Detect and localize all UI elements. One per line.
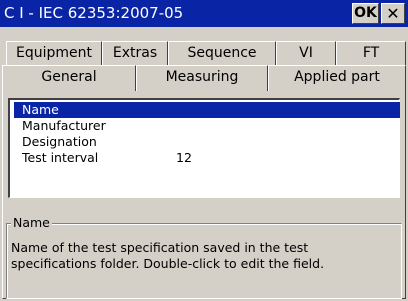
ok-button[interactable]: OK <box>352 3 379 24</box>
title-bar: C I - IEC 62353:2007-05 OK ✕ <box>0 0 408 27</box>
tab-measuring[interactable]: Measuring <box>136 65 268 91</box>
field-label: Name <box>22 102 59 117</box>
tab-ft[interactable]: FT <box>336 41 406 65</box>
description-text: Name of the test specification saved in … <box>11 240 325 271</box>
field-label: Designation <box>22 134 97 149</box>
fields-list[interactable]: Name Manufacturer Designation Test inter… <box>8 98 400 198</box>
close-icon[interactable]: ✕ <box>381 3 405 24</box>
tab-equipment[interactable]: Equipment <box>6 41 102 65</box>
list-item[interactable]: Designation <box>14 134 400 150</box>
list-item[interactable]: Manufacturer <box>14 118 400 134</box>
tab-applied-part[interactable]: Applied part <box>268 65 406 91</box>
window-title: C I - IEC 62353:2007-05 <box>4 4 184 22</box>
tab-vi[interactable]: VI <box>276 41 336 65</box>
list-item[interactable]: Test interval 12 <box>14 150 400 166</box>
list-item[interactable]: Name <box>14 102 400 118</box>
tab-sequence[interactable]: Sequence <box>168 41 276 65</box>
field-value: 12 <box>176 150 192 165</box>
field-label: Manufacturer <box>22 118 106 133</box>
field-label: Test interval <box>22 150 99 165</box>
tab-extras[interactable]: Extras <box>102 41 168 65</box>
description-title: Name <box>11 215 52 231</box>
tab-general[interactable]: General <box>2 65 136 91</box>
